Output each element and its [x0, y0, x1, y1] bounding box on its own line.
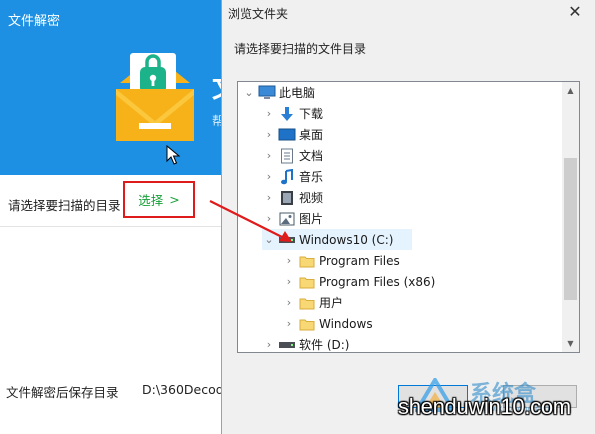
music-folder-icon: [278, 168, 296, 185]
tree-item-label: 文档: [299, 149, 324, 163]
chevron-right-icon[interactable]: ›: [262, 212, 276, 225]
drive-icon: [278, 232, 296, 248]
tree-item-label: Program Files: [319, 253, 400, 268]
locked-envelope-icon: [116, 53, 194, 141]
tree-item-downloads[interactable]: › 下载: [262, 103, 323, 124]
tree-item-program-files-x86[interactable]: › Program Files (x86): [282, 271, 436, 292]
folder-icon: [298, 253, 316, 269]
chevron-right-icon[interactable]: ›: [262, 338, 276, 351]
chevron-right-icon[interactable]: ›: [282, 317, 296, 330]
scroll-thumb[interactable]: [564, 158, 577, 300]
download-folder-icon: [278, 106, 296, 122]
tree-item-label: 桌面: [299, 128, 324, 142]
tree-item-documents[interactable]: › 文档: [262, 145, 323, 166]
tree-item-music[interactable]: › 音乐: [262, 166, 323, 187]
mouse-cursor-icon: [166, 145, 180, 165]
save-directory-path: D:\360Decod: [142, 382, 224, 397]
file-decrypt-app: 文件解密 文 帮 请选择要扫描的目录 选择 > 文件解密后保存目录 D:\360…: [0, 0, 238, 434]
dialog-prompt: 请选择要扫描的文件目录: [234, 42, 367, 56]
tree-item-label: 图片: [299, 212, 324, 226]
tree-item-label: Windows: [319, 316, 373, 331]
chevron-right-icon: >: [169, 192, 180, 207]
folder-icon: [298, 274, 316, 290]
drive-icon: [278, 337, 296, 353]
chevron-right-icon[interactable]: ›: [262, 128, 276, 141]
scan-directory-label: 请选择要扫描的目录: [8, 198, 121, 213]
chevron-right-icon[interactable]: ›: [282, 254, 296, 267]
tree-item-label: 用户: [319, 296, 344, 310]
vertical-scrollbar[interactable]: ▲ ▼: [562, 82, 579, 352]
tree-item-program-files[interactable]: › Program Files: [282, 250, 400, 271]
chevron-right-icon[interactable]: ›: [262, 170, 276, 183]
chevron-right-icon[interactable]: ›: [262, 149, 276, 162]
select-directory-button[interactable]: 选择 >: [123, 181, 195, 218]
scroll-down-arrow-icon[interactable]: ▼: [562, 335, 579, 352]
close-button[interactable]: ✕: [565, 2, 585, 22]
documents-folder-icon: [278, 148, 296, 164]
select-button-label: 选择: [138, 193, 164, 208]
tree-item-label: 软件 (D:): [299, 338, 350, 352]
divider: [0, 226, 225, 227]
tree-item-desktop[interactable]: › 桌面: [262, 124, 323, 145]
computer-icon: [258, 85, 276, 101]
chevron-down-icon[interactable]: ⌄: [262, 233, 276, 246]
tree-item-label: 音乐: [299, 170, 324, 184]
chevron-right-icon[interactable]: ›: [262, 191, 276, 204]
app-header: 文件解密 文 帮: [0, 0, 238, 175]
chevron-right-icon[interactable]: ›: [282, 275, 296, 288]
dialog-title: 浏览文件夹: [228, 7, 289, 21]
save-directory-label: 文件解密后保存目录: [6, 385, 119, 400]
tree-item-label: 此电脑: [279, 86, 316, 100]
chevron-right-icon[interactable]: ›: [262, 107, 276, 120]
desktop-folder-icon: [278, 127, 296, 143]
tree-item-label: 视频: [299, 191, 324, 205]
tree-item-label: Windows10 (C:): [299, 232, 394, 247]
pictures-folder-icon: [278, 211, 296, 227]
tree-item-windows[interactable]: › Windows: [282, 313, 373, 334]
tree-item-videos[interactable]: › 视频: [262, 187, 323, 208]
folder-icon: [298, 316, 316, 332]
folder-tree[interactable]: ⌄ 此电脑 › 下载 › 桌面 › 文档 › 音乐 › 视频 › 图片 ⌄ Wi…: [237, 81, 580, 353]
tree-item-pictures[interactable]: › 图片: [262, 208, 323, 229]
video-folder-icon: [278, 190, 296, 206]
tree-item-label: 下载: [299, 107, 324, 121]
folder-icon: [298, 295, 316, 311]
chevron-down-icon[interactable]: ⌄: [242, 86, 256, 99]
chevron-right-icon[interactable]: ›: [282, 296, 296, 309]
browse-folder-dialog: 浏览文件夹 ✕ 请选择要扫描的文件目录 ⌄ 此电脑 › 下载 › 桌面 › 文档…: [221, 0, 595, 434]
tree-item-this-pc[interactable]: ⌄ 此电脑: [242, 82, 558, 103]
tree-item-drive-c[interactable]: ⌄ Windows10 (C:): [262, 229, 412, 250]
tree-item-drive-d[interactable]: › 软件 (D:): [262, 334, 350, 353]
scroll-up-arrow-icon[interactable]: ▲: [562, 82, 579, 99]
tree-item-label: Program Files (x86): [319, 274, 436, 289]
watermark-text: shenduwin10.com: [398, 394, 571, 419]
tree-item-users[interactable]: › 用户: [282, 292, 343, 313]
app-title: 文件解密: [8, 14, 61, 29]
